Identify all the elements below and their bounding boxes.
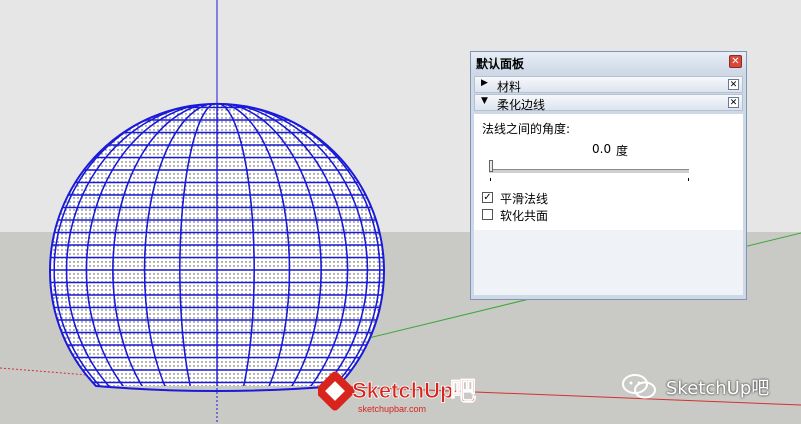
wechat-icon xyxy=(622,374,656,399)
sketchup-bar-logo: SketchUp 吧 sketchupbar.com xyxy=(318,371,476,414)
section-soften-edges-close-icon[interactable]: ✕ xyxy=(728,97,739,108)
angle-slider-thumb[interactable] xyxy=(489,160,493,172)
section-materials-label: 材料 xyxy=(497,80,522,94)
default-tray-panel: 默认面板 ✕ ▶ 材料 ✕ ▼ 柔化边线 ✕ 法线之间的角度: 0.0 度 ✓ … xyxy=(470,51,747,300)
wechat-text: SketchUp吧 xyxy=(666,378,770,399)
section-soften-edges[interactable]: ▼ 柔化边线 ✕ xyxy=(474,94,743,112)
expanded-arrow-icon: ▼ xyxy=(481,96,488,106)
panel-titlebar[interactable]: 默认面板 ✕ xyxy=(471,52,746,74)
slider-tick-max xyxy=(688,178,689,181)
soften-edges-content: 法线之间的角度: 0.0 度 ✓ 平滑法线 软化共面 xyxy=(474,114,743,295)
section-soften-edges-label: 柔化边线 xyxy=(497,98,546,112)
soften-coplanar-label: 软化共面 xyxy=(500,209,549,223)
slider-tick-min xyxy=(490,178,491,181)
wechat-watermark: SketchUp吧 xyxy=(620,372,800,402)
logo-suffix: 吧 xyxy=(450,377,476,407)
soften-coplanar-checkbox[interactable] xyxy=(482,209,493,220)
section-materials-close-icon[interactable]: ✕ xyxy=(728,79,739,90)
logo-url: sketchupbar.com xyxy=(358,404,426,414)
angle-value: 0.0 xyxy=(592,142,612,156)
smooth-normals-checkbox[interactable]: ✓ xyxy=(482,192,493,203)
collapsed-arrow-icon: ▶ xyxy=(481,78,488,88)
section-materials[interactable]: ▶ 材料 ✕ xyxy=(474,76,743,94)
logo-text: SketchUp xyxy=(352,378,453,403)
panel-title: 默认面板 xyxy=(476,57,525,71)
angle-slider-track[interactable] xyxy=(489,169,689,174)
angle-unit: 度 xyxy=(616,144,629,158)
smooth-normals-label: 平滑法线 xyxy=(500,192,549,206)
panel-close-icon[interactable]: ✕ xyxy=(729,55,742,68)
angle-label: 法线之间的角度: xyxy=(482,122,571,136)
